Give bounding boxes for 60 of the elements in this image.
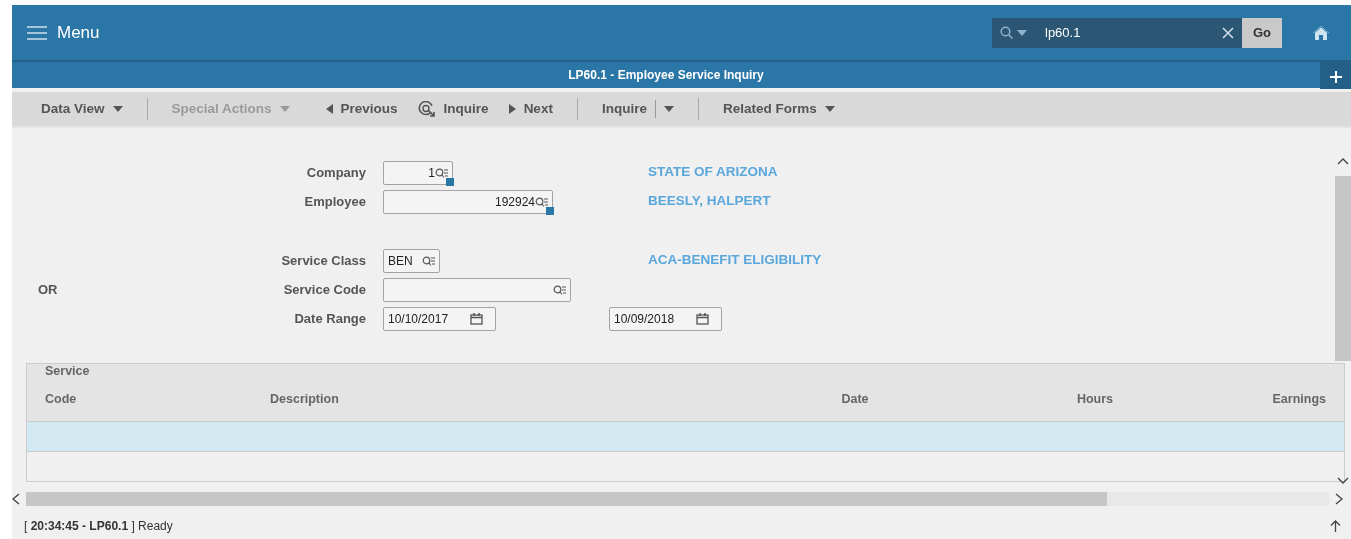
caret-icon <box>112 106 123 112</box>
field-label: Service Class <box>281 251 366 270</box>
vertical-scrollbar[interactable] <box>1335 175 1351 361</box>
lookup-field[interactable]: 192924 <box>383 189 553 214</box>
field-label: Company <box>306 163 366 182</box>
or-label: OR <box>38 280 58 299</box>
scroll-left-icon[interactable] <box>12 493 20 505</box>
field-label: Date Range <box>294 309 366 328</box>
caret-icon <box>1017 29 1027 36</box>
plus-icon <box>1329 70 1342 83</box>
left-triangle-icon <box>325 104 333 114</box>
caret-icon <box>824 106 835 112</box>
right-triangle-icon <box>508 104 516 114</box>
column-header[interactable]: Service Code <box>45 357 270 413</box>
lookup-icon[interactable] <box>435 167 448 178</box>
lookup-field[interactable] <box>383 277 571 302</box>
toolbar-button[interactable]: Inquire <box>591 98 684 120</box>
toolbar-button[interactable]: Related Forms <box>712 98 845 120</box>
scroll-down-icon[interactable] <box>1337 476 1349 485</box>
required-marker <box>546 206 554 215</box>
toolbar-button[interactable]: Data View <box>31 98 133 120</box>
field-label: Service Code <box>283 280 366 299</box>
calendar-icon[interactable] <box>696 312 709 325</box>
field-description: BEESLY, HALPERT <box>648 192 771 211</box>
close-icon[interactable] <box>1222 26 1234 39</box>
add-button[interactable] <box>1320 61 1351 89</box>
caret-icon <box>663 106 674 112</box>
toolbar-button[interactable]: Inquire <box>407 98 499 120</box>
search-icon <box>1000 26 1013 39</box>
date-field[interactable]: 10/10/2017 <box>383 306 496 331</box>
toolbar-button[interactable]: Next <box>498 98 563 120</box>
search-field[interactable]: lp60.1 Go <box>992 17 1282 48</box>
home-icon[interactable] <box>1312 24 1330 41</box>
form-title: LP60.1 - Employee Service Inquiry <box>567 67 765 84</box>
menu-button[interactable]: Menu <box>27 19 100 46</box>
column-header[interactable]: Date <box>730 385 980 413</box>
field-description: STATE OF ARIZONA <box>648 163 778 182</box>
scroll-up-icon[interactable] <box>1337 156 1349 165</box>
lookup-field[interactable]: 1 <box>383 160 453 185</box>
toolbar-button[interactable]: Previous <box>315 98 408 120</box>
column-header[interactable]: Description <box>270 385 730 413</box>
menu-icon <box>27 25 47 40</box>
date-field[interactable]: 10/09/2018 <box>609 306 722 331</box>
column-header[interactable]: Hours <box>980 385 1210 413</box>
required-marker <box>446 177 454 186</box>
lookup-icon[interactable] <box>422 255 435 266</box>
column-header[interactable]: Earnings <box>1210 385 1326 413</box>
lookup-icon[interactable] <box>553 284 566 295</box>
radar-icon <box>417 101 436 117</box>
field-label: Employee <box>304 192 366 211</box>
scroll-right-icon[interactable] <box>1335 493 1343 505</box>
caret-icon <box>279 106 290 112</box>
go-button[interactable]: Go <box>1242 17 1282 48</box>
lookup-icon[interactable] <box>535 196 548 207</box>
up-arrow-icon[interactable] <box>1330 520 1341 532</box>
status-message: [ 20:34:45 - LP60.1 ] Ready <box>23 518 173 535</box>
calendar-icon[interactable] <box>470 312 483 325</box>
field-description: ACA-BENEFIT ELIGIBILITY <box>648 251 822 270</box>
lookup-field[interactable]: BEN <box>383 248 440 273</box>
horizontal-scrollbar[interactable] <box>26 492 1329 506</box>
